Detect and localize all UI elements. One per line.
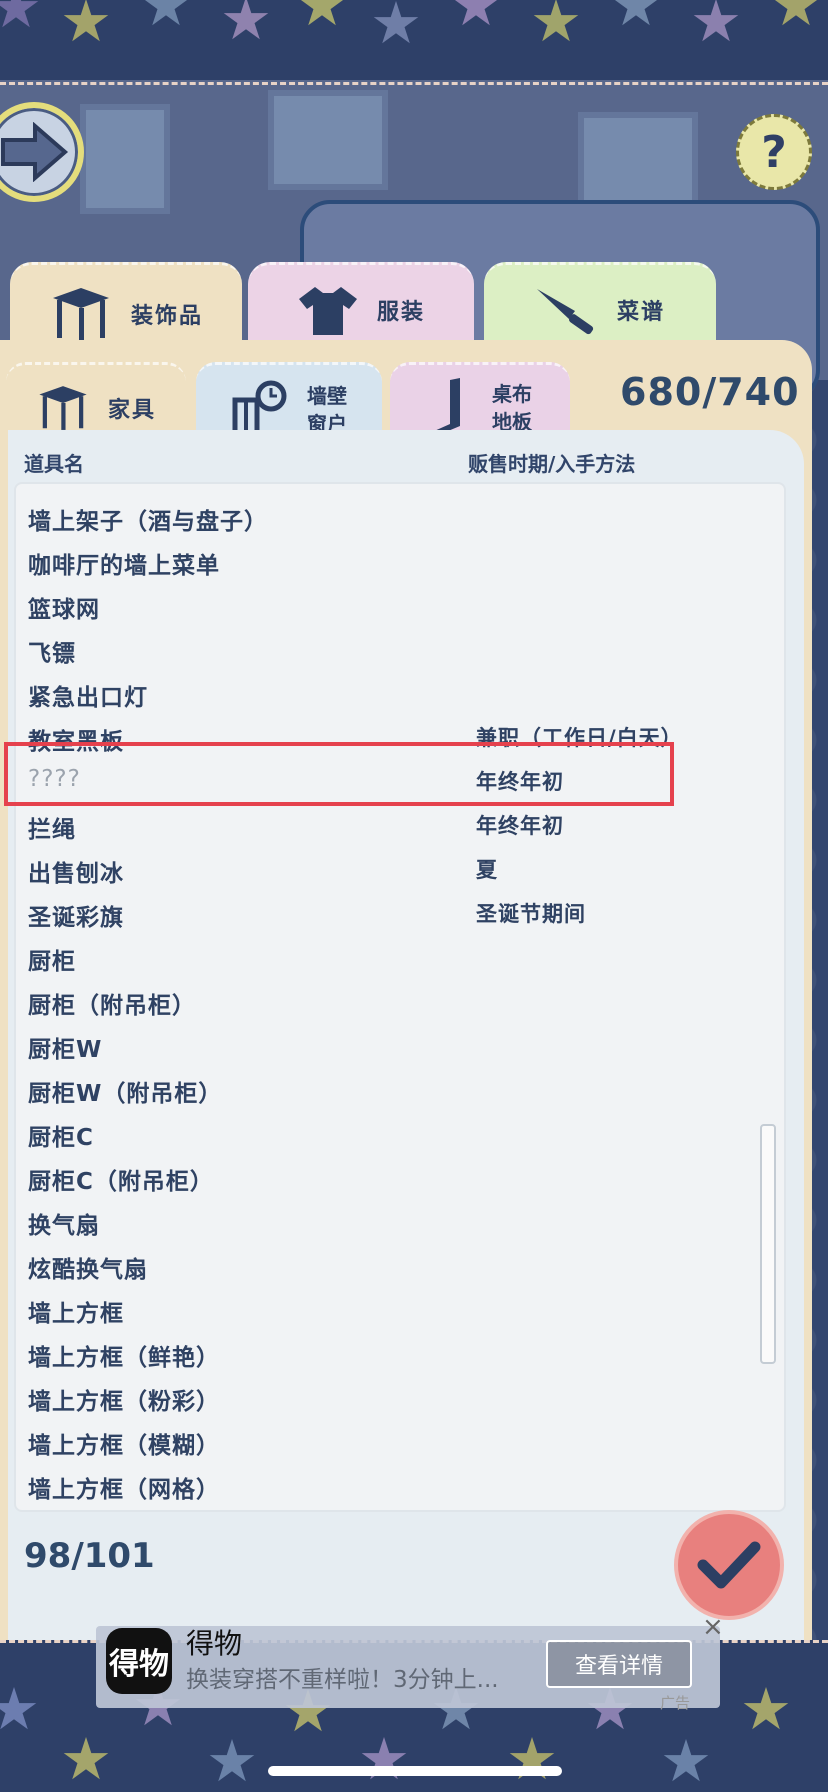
list-item[interactable]: 厨柜C: [28, 1112, 768, 1156]
list-item[interactable]: 飞镖: [28, 628, 768, 672]
table-icon: [52, 287, 109, 340]
item-name: 墙上方框（网格）: [28, 1477, 220, 1503]
help-button[interactable]: ?: [736, 114, 812, 190]
star-border-top: ★ ★ ★ ★ ★ ★ ★ ★ ★ ★ ★: [0, 0, 828, 90]
list-item[interactable]: 紧急出口灯: [28, 672, 768, 716]
list-item[interactable]: 厨柜W: [28, 1024, 768, 1068]
home-indicator[interactable]: [268, 1766, 562, 1776]
list-item[interactable]: 炫酷换气扇: [28, 1244, 768, 1288]
item-name: 墙上架子（酒与盘子）: [28, 509, 268, 535]
tab-label-line1: 桌布: [492, 381, 532, 406]
item-list[interactable]: 墙上架子（酒与盘子） 咖啡厅的墙上菜单 篮球网 飞镖 紧急出口灯 教室黑板 兼职（工作日/白…: [14, 482, 786, 1512]
item-name: 墙上方框（粉彩）: [28, 1389, 220, 1415]
list-item[interactable]: 换气扇: [28, 1200, 768, 1244]
item-name: 厨柜C: [28, 1125, 94, 1151]
item-name: 紧急出口灯: [28, 685, 148, 711]
ad-close-icon[interactable]: ×: [702, 1612, 724, 1642]
tab-label: 桌布 地板: [492, 380, 532, 436]
header-time: 贩售时期/入手方法: [468, 452, 636, 476]
list-item[interactable]: 出售刨冰 夏: [28, 848, 768, 892]
item-availability: 年终年初: [476, 814, 564, 838]
tab-label: 服装: [376, 299, 425, 325]
item-name: 篮球网: [28, 597, 100, 623]
item-name: 厨柜C（附吊柜）: [28, 1169, 214, 1195]
item-name: 墙上方框（模糊）: [28, 1433, 220, 1459]
list-item[interactable]: 拦绳 年终年初: [28, 804, 768, 848]
tab-label-line1: 墙壁: [307, 383, 347, 408]
tab-label: 装饰品: [130, 303, 203, 329]
checkmark-icon: [697, 1541, 761, 1589]
table-icon: [39, 385, 87, 430]
list-item[interactable]: 厨柜C（附吊柜）: [28, 1156, 768, 1200]
item-name: 厨柜: [28, 949, 76, 975]
help-icon: ?: [761, 126, 787, 178]
item-name: 飞镖: [28, 641, 76, 667]
item-name: 出售刨冰: [28, 861, 124, 887]
item-name: 厨柜W（附吊柜）: [28, 1081, 223, 1107]
ad-app-icon[interactable]: 得物: [106, 1628, 172, 1694]
item-name: 厨柜W: [28, 1037, 103, 1063]
list-item[interactable]: 咖啡厅的墙上菜单: [28, 540, 768, 584]
list-item[interactable]: 厨柜W（附吊柜）: [28, 1068, 768, 1112]
highlight-box: [4, 742, 674, 806]
list-item[interactable]: 厨柜（附吊柜）: [28, 980, 768, 1024]
list-item[interactable]: 墙上方框（网格）: [28, 1464, 768, 1508]
stitch-border-top: [0, 82, 828, 88]
item-availability: 夏: [476, 858, 498, 882]
item-availability: 圣诞节期间: [476, 902, 586, 926]
header-name: 道具名: [24, 452, 84, 476]
arrow-right-icon: [1, 122, 69, 182]
list-item[interactable]: 篮球网: [28, 584, 768, 628]
scrollbar[interactable]: [760, 1124, 776, 1364]
item-name: 拦绳: [28, 817, 76, 843]
list-header: 道具名 贩售时期/入手方法: [24, 448, 794, 478]
list-item[interactable]: 圣诞彩旗 圣诞节期间: [28, 892, 768, 936]
ad-view-details-button[interactable]: 查看详情: [546, 1640, 692, 1688]
tab-label: 菜谱: [616, 299, 665, 325]
shirt-icon: [298, 286, 357, 335]
item-name: 厨柜（附吊柜）: [28, 993, 196, 1019]
item-name: 咖啡厅的墙上菜单: [28, 553, 220, 579]
list-item[interactable]: 厨柜: [28, 936, 768, 980]
list-item[interactable]: 墙上架子（酒与盘子）: [28, 496, 768, 540]
list-item[interactable]: 墙上方框（粉彩）: [28, 1376, 768, 1420]
item-name: 墙上方框（鲜艳）: [28, 1345, 220, 1371]
confirm-button[interactable]: [674, 1510, 784, 1620]
list-item[interactable]: 墙上方框（鲜艳）: [28, 1332, 768, 1376]
item-name: 换气扇: [28, 1213, 100, 1239]
tab-label: 家具: [107, 397, 156, 423]
item-name: 炫酷换气扇: [28, 1257, 148, 1283]
ad-title[interactable]: 得物: [186, 1622, 242, 1662]
knife-icon: [536, 288, 594, 334]
item-name: 墙上方框: [28, 1301, 124, 1327]
list-item[interactable]: 墙上方框: [28, 1288, 768, 1332]
ad-description[interactable]: 换装穿搭不重样啦！3分钟上...: [186, 1660, 499, 1694]
total-counter: 680/740: [620, 370, 800, 414]
list-item[interactable]: 墙上方框（模糊）: [28, 1420, 768, 1464]
item-name: 圣诞彩旗: [28, 905, 124, 931]
ad-tag: 广告: [660, 1694, 691, 1712]
category-counter: 98/101: [24, 1536, 155, 1576]
